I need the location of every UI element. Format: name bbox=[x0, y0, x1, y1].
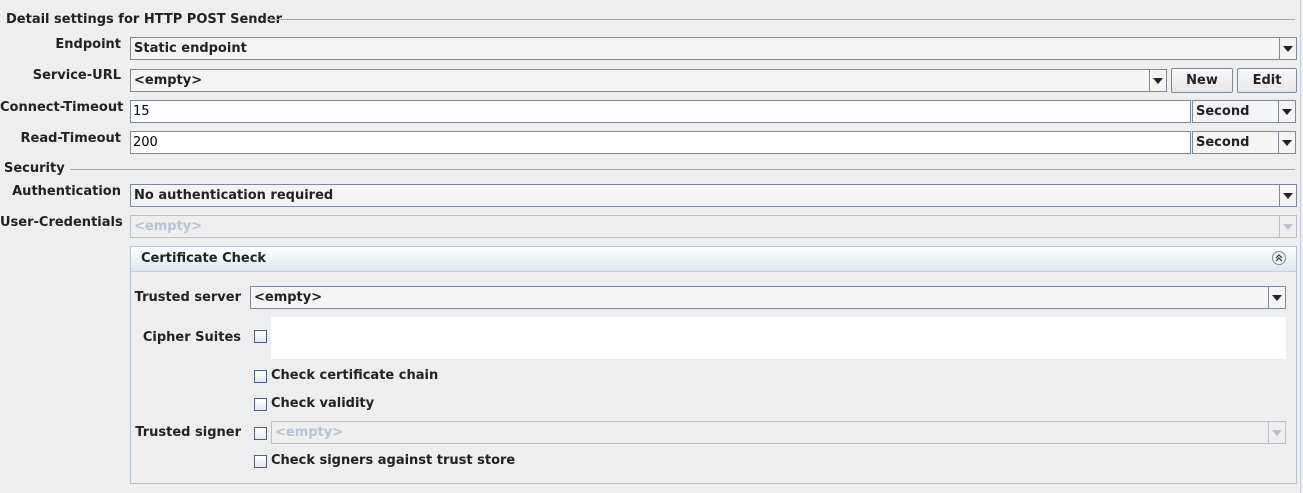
endpoint-value: Static endpoint bbox=[134, 41, 247, 56]
double-chevron-up-icon bbox=[1275, 254, 1283, 262]
connect-timeout-label: Connect-Timeout bbox=[0, 100, 124, 115]
check-signers-label: Check signers against trust store bbox=[271, 453, 516, 468]
check-certificate-chain-checkbox[interactable] bbox=[254, 370, 267, 383]
read-timeout-unit-value: Second bbox=[1196, 135, 1250, 150]
authentication-select[interactable]: No authentication required bbox=[130, 184, 1297, 207]
read-timeout-input[interactable] bbox=[130, 131, 1191, 154]
cipher-suites-checkbox[interactable] bbox=[254, 330, 267, 343]
connect-timeout-input[interactable] bbox=[130, 100, 1191, 123]
endpoint-dropdown-button[interactable] bbox=[1279, 38, 1296, 59]
trusted-server-value: <empty> bbox=[254, 290, 323, 305]
read-timeout-unit-select[interactable]: Second bbox=[1192, 131, 1296, 154]
authentication-value: No authentication required bbox=[134, 188, 334, 203]
check-certificate-chain-label: Check certificate chain bbox=[271, 368, 439, 383]
new-service-url-button[interactable]: New bbox=[1171, 68, 1233, 93]
endpoint-label: Endpoint bbox=[55, 37, 121, 52]
certificate-check-title: Certificate Check bbox=[141, 251, 267, 266]
trusted-signer-dropdown-button bbox=[1268, 422, 1285, 443]
authentication-dropdown-button[interactable] bbox=[1279, 185, 1296, 206]
service-url-select[interactable]: <empty> bbox=[130, 69, 1167, 92]
read-timeout-unit-dropdown-button[interactable] bbox=[1278, 132, 1295, 153]
chevron-down-icon bbox=[1282, 139, 1292, 146]
check-signers-checkbox[interactable] bbox=[254, 455, 267, 468]
collapse-icon[interactable] bbox=[1272, 251, 1286, 265]
endpoint-select[interactable]: Static endpoint bbox=[130, 37, 1297, 60]
certificate-check-header[interactable]: Certificate Check bbox=[131, 247, 1296, 272]
security-section-title: Security bbox=[4, 161, 69, 176]
connect-timeout-unit-dropdown-button[interactable] bbox=[1278, 101, 1295, 122]
user-credentials-value: <empty> bbox=[134, 219, 203, 234]
chevron-down-icon bbox=[1283, 223, 1293, 230]
chevron-down-icon bbox=[1283, 192, 1293, 199]
user-credentials-select: <empty> bbox=[130, 215, 1297, 238]
service-url-dropdown-button[interactable] bbox=[1149, 70, 1166, 91]
service-url-value: <empty> bbox=[134, 73, 203, 88]
chevron-down-icon bbox=[1283, 45, 1293, 52]
trusted-signer-select: <empty> bbox=[271, 421, 1286, 444]
trusted-signer-label: Trusted signer bbox=[135, 425, 241, 440]
trusted-signer-value: <empty> bbox=[275, 425, 344, 440]
detail-section-title: Detail settings for HTTP POST Sender bbox=[6, 12, 287, 27]
detail-section-line bbox=[268, 19, 1295, 20]
chevron-down-icon bbox=[1153, 77, 1163, 84]
trusted-server-dropdown-button[interactable] bbox=[1268, 287, 1285, 308]
right-edge-separator bbox=[1300, 0, 1301, 493]
cipher-suites-label: Cipher Suites bbox=[142, 330, 241, 345]
cipher-suites-list[interactable] bbox=[271, 317, 1286, 359]
check-validity-label: Check validity bbox=[271, 396, 375, 411]
security-section-line bbox=[70, 169, 1295, 170]
connect-timeout-unit-value: Second bbox=[1196, 104, 1250, 119]
http-post-sender-settings: Detail settings for HTTP POST Sender End… bbox=[0, 0, 1303, 493]
user-credentials-label: User-Credentials bbox=[0, 215, 123, 230]
certificate-check-panel: Certificate Check bbox=[130, 246, 1297, 484]
chevron-down-icon bbox=[1272, 429, 1282, 436]
check-validity-checkbox[interactable] bbox=[254, 398, 267, 411]
read-timeout-label: Read-Timeout bbox=[20, 131, 121, 146]
edit-service-url-button[interactable]: Edit bbox=[1237, 68, 1297, 93]
chevron-down-icon bbox=[1272, 294, 1282, 301]
trusted-server-label: Trusted server bbox=[134, 290, 241, 305]
service-url-label: Service-URL bbox=[32, 68, 121, 83]
trusted-server-select[interactable]: <empty> bbox=[250, 286, 1286, 309]
chevron-down-icon bbox=[1282, 108, 1292, 115]
trusted-signer-checkbox[interactable] bbox=[254, 427, 267, 440]
connect-timeout-unit-select[interactable]: Second bbox=[1192, 100, 1296, 123]
user-credentials-dropdown-button bbox=[1279, 216, 1296, 237]
authentication-label: Authentication bbox=[12, 184, 121, 199]
